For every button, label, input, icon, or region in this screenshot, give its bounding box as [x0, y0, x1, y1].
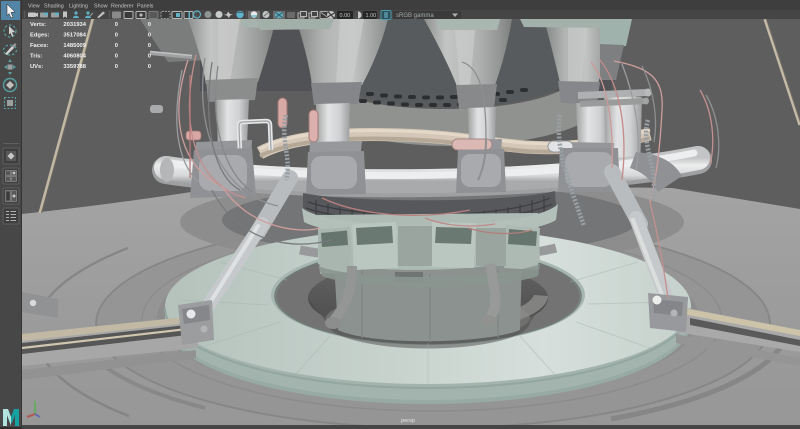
svg-text:Verts:: Verts:: [30, 22, 46, 28]
svg-text:0: 0: [148, 22, 151, 28]
svg-text:0: 0: [115, 33, 118, 39]
svg-text:0: 0: [115, 43, 118, 49]
svg-text:0: 0: [148, 43, 151, 49]
svg-text:0: 0: [115, 22, 118, 28]
svg-text:3517084: 3517084: [63, 33, 86, 39]
svg-text:0: 0: [115, 54, 118, 60]
svg-text:persp: persp: [401, 418, 415, 424]
svg-text:0: 0: [115, 64, 118, 70]
svg-text:Edges:: Edges:: [30, 33, 49, 39]
svg-text:sRGB gamma: sRGB gamma: [396, 13, 434, 19]
svg-text:Tris:: Tris:: [30, 54, 42, 60]
svg-text:UVs:: UVs:: [30, 64, 43, 70]
svg-text:Lighting: Lighting: [69, 4, 88, 10]
svg-text:0: 0: [148, 33, 151, 39]
svg-text:View: View: [28, 4, 40, 10]
svg-text:2031934: 2031934: [63, 22, 86, 28]
svg-text:Shading: Shading: [44, 4, 64, 10]
svg-text:1.00: 1.00: [366, 13, 377, 19]
svg-text:0.00: 0.00: [340, 13, 351, 19]
svg-text:1485009: 1485009: [63, 43, 86, 49]
svg-text:Renderer: Renderer: [111, 4, 134, 10]
svg-text:0: 0: [148, 54, 151, 60]
svg-text:Panels: Panels: [137, 4, 154, 10]
svg-text:Show: Show: [94, 4, 108, 10]
svg-text:Faces:: Faces:: [30, 43, 48, 49]
svg-text:3359788: 3359788: [63, 64, 86, 70]
svg-text:0: 0: [148, 64, 151, 70]
svg-text:4060804: 4060804: [63, 54, 86, 60]
